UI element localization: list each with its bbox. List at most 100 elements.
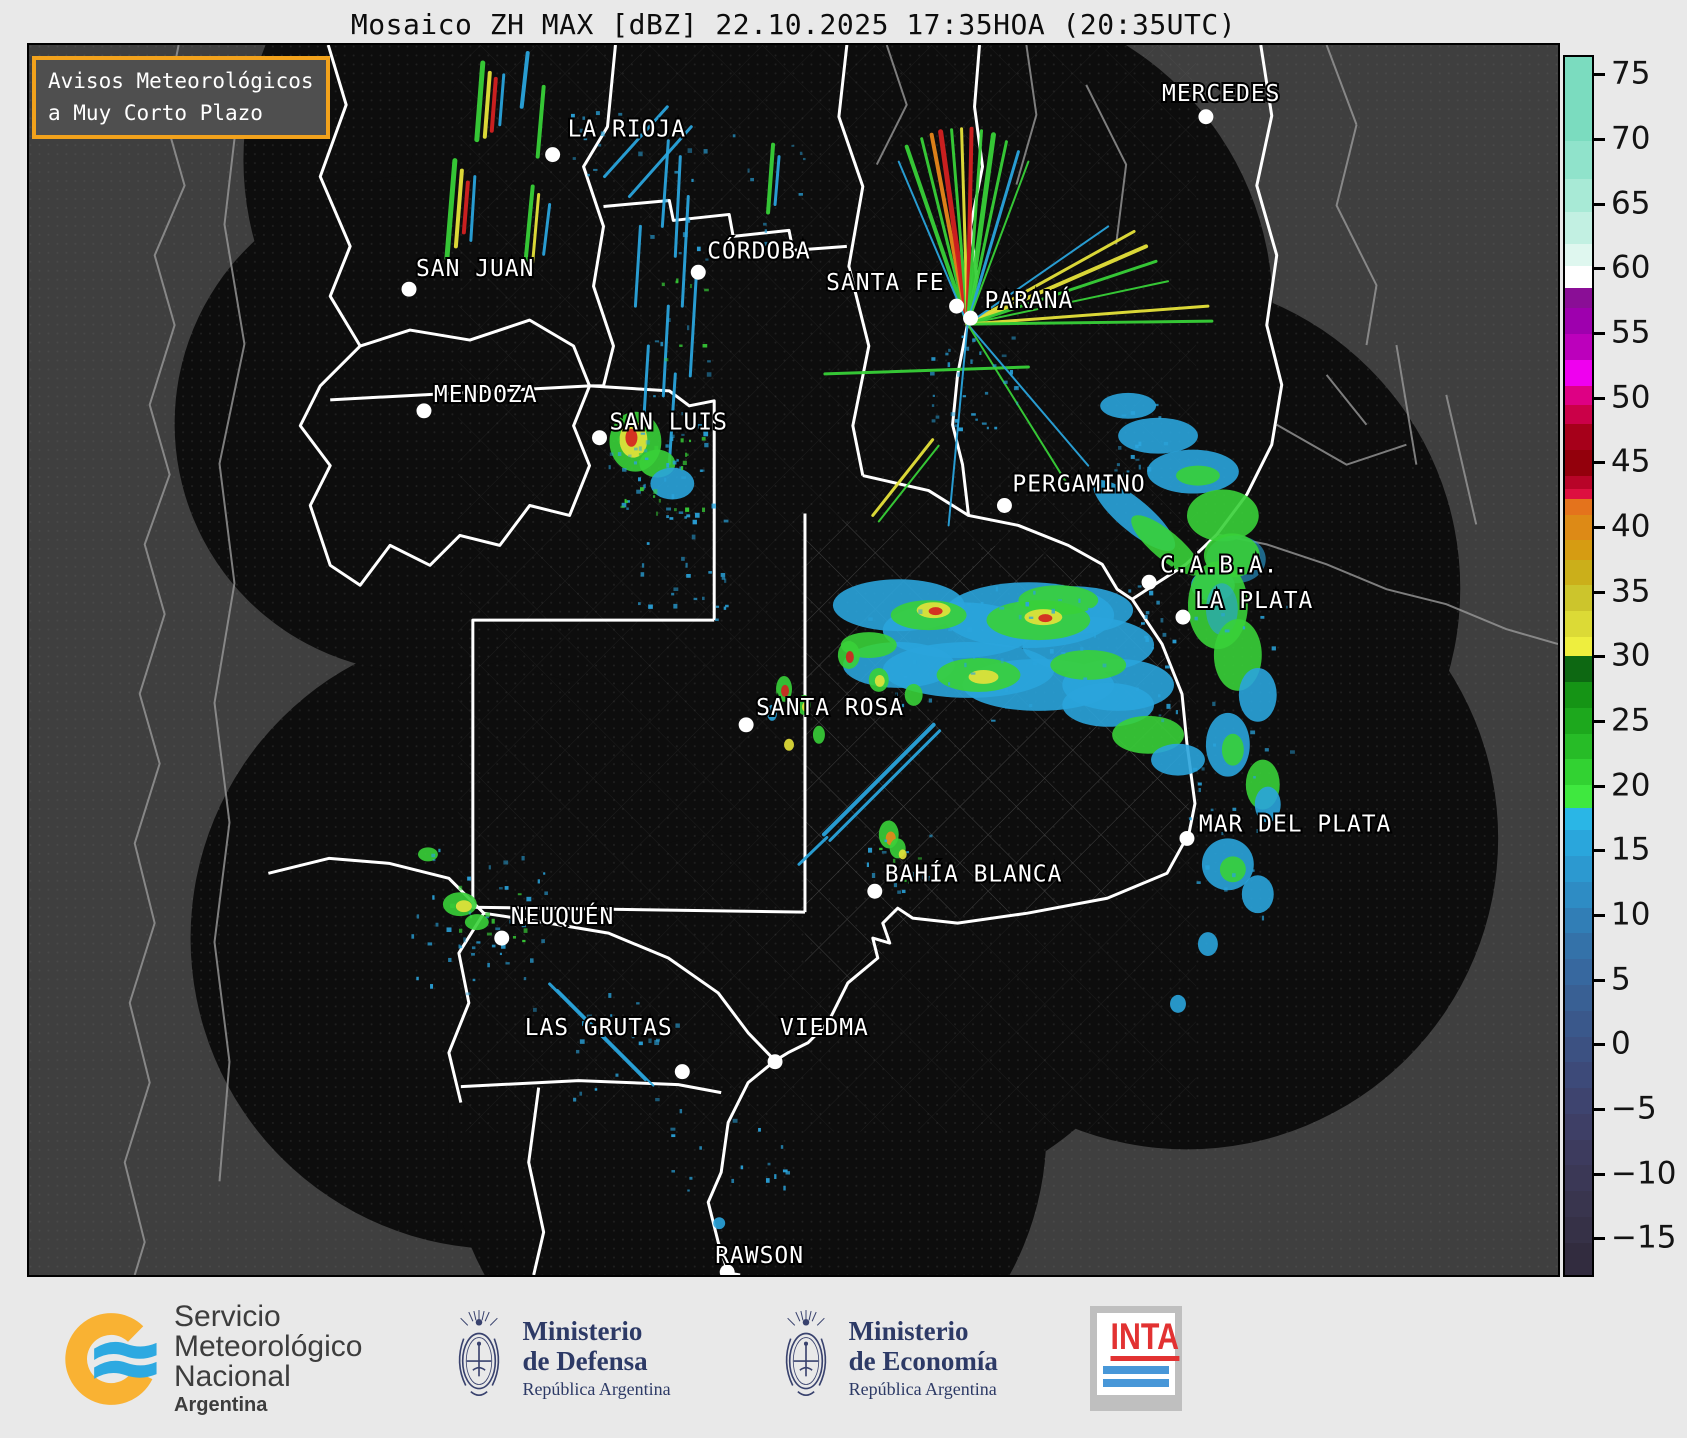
city-dot xyxy=(416,403,432,419)
radar-echo-speck xyxy=(1162,632,1167,637)
radar-echo-speck xyxy=(1194,616,1198,621)
radar-echo xyxy=(845,651,854,663)
radar-echo xyxy=(455,900,472,913)
colorbar-tick-mark xyxy=(1594,1043,1605,1047)
radar-echo-speck xyxy=(691,534,696,540)
radar-echo-speck xyxy=(638,151,643,157)
colorbar-segment xyxy=(1565,656,1592,683)
radar-echo-speck xyxy=(638,1041,643,1046)
colorbar-segment xyxy=(1565,707,1592,734)
radar-echo-speck xyxy=(1051,608,1056,614)
radar-echo-speck xyxy=(1029,703,1033,708)
radar-echo-speck xyxy=(648,604,653,609)
radar-echo-speck xyxy=(432,858,436,862)
radar-echo-speck xyxy=(750,177,755,182)
radar-echo-speck xyxy=(676,459,679,462)
radar-echo-speck xyxy=(666,463,670,468)
city-label: PARANÁ xyxy=(985,286,1074,314)
radar-echo-speck xyxy=(1212,701,1216,707)
radar-echo-speck xyxy=(702,507,706,512)
colorbar-segment xyxy=(1565,1062,1592,1089)
colorbar-segment xyxy=(1565,424,1592,451)
radar-echo-speck xyxy=(463,937,466,943)
radar-echo-speck xyxy=(654,340,660,343)
colorbar-segment xyxy=(1565,559,1592,586)
radar-echo-speck xyxy=(694,512,700,518)
radar-echo-speck xyxy=(640,487,644,492)
radar-echo-speck xyxy=(1161,718,1165,723)
radar-echo-speck xyxy=(720,572,726,577)
radar-echo-speck xyxy=(724,578,727,583)
radar-echo-speck xyxy=(1147,466,1152,472)
radar-echo-speck xyxy=(608,465,611,470)
inta-logo: INTA xyxy=(1089,1306,1182,1411)
radar-echo-speck xyxy=(995,586,998,592)
radar-echo-speck xyxy=(1138,441,1142,447)
radar-echo-speck xyxy=(782,1169,788,1173)
radar-echo-speck xyxy=(881,850,887,854)
radar-echo xyxy=(1100,392,1157,419)
colorbar-tick-mark xyxy=(1594,1237,1605,1241)
radar-echo-speck xyxy=(499,952,502,956)
radar-echo-speck xyxy=(595,111,600,116)
colorbar-segment xyxy=(1565,808,1592,831)
radar-echo-speck xyxy=(1137,585,1142,588)
radar-echo-speck xyxy=(532,1007,537,1012)
colorbar-segment xyxy=(1565,514,1592,541)
city-dot xyxy=(592,430,607,446)
colorbar-tick-mark xyxy=(1594,1172,1605,1176)
radar-echo xyxy=(464,914,489,931)
colorbar-segment xyxy=(1565,1217,1592,1243)
colorbar-tick-label: 65 xyxy=(1611,184,1651,221)
radar-echo-speck xyxy=(1020,639,1025,644)
radar-echo-speck xyxy=(1025,601,1030,607)
radar-echo-speck xyxy=(871,873,876,878)
radar-echo-speck xyxy=(671,494,675,500)
city-dot xyxy=(494,930,510,946)
colorbar-tick-label: −5 xyxy=(1611,1090,1657,1127)
radar-echo-speck xyxy=(1271,646,1276,651)
inta-wordmark: INTA xyxy=(1110,1318,1179,1361)
economia-line-2: de Economía xyxy=(848,1345,998,1376)
city-dot xyxy=(1179,830,1195,846)
radar-echo-speck xyxy=(732,134,736,138)
radar-echo-speck xyxy=(638,452,643,456)
radar-echo-speck xyxy=(655,1097,660,1102)
radar-echo-speck xyxy=(671,1170,676,1173)
radar-echo-speck xyxy=(653,489,658,495)
colorbar-tick-mark xyxy=(1594,784,1605,788)
radar-echo-speck xyxy=(1253,776,1256,779)
radar-echo-speck xyxy=(780,1145,784,1149)
radar-echo-speck xyxy=(957,372,960,377)
warning-notice[interactable]: Avisos Meteorológicos a Muy Corto Plazo xyxy=(32,56,330,139)
radar-echo-speck xyxy=(1094,633,1097,638)
colorbar-segment xyxy=(1565,959,1592,985)
coat-of-arms-icon xyxy=(459,1309,500,1396)
city-label: C.A.B.A. xyxy=(1160,552,1278,578)
radar-echo-speck xyxy=(970,672,976,675)
radar-echo-speck xyxy=(671,592,675,596)
radar-echo-speck xyxy=(675,1023,680,1028)
radar-echo-speck xyxy=(723,606,727,610)
radar-echo-speck xyxy=(1160,618,1164,623)
radar-echo xyxy=(1197,932,1218,957)
colorbar-segment xyxy=(1565,985,1592,1011)
defensa-line-2: de Defensa xyxy=(522,1345,648,1376)
radar-map-canvas: LA RIOJA MERCEDES SAN JUAN CÓRDOBA SANTA FE P… xyxy=(29,45,1558,1275)
radar-echo-speck xyxy=(427,942,433,946)
radar-echo-speck xyxy=(999,606,1005,610)
city-label: RAWSON xyxy=(715,1243,804,1269)
radar-echo-speck xyxy=(693,597,698,601)
radar-echo-speck xyxy=(973,656,976,659)
colorbar-tick-mark xyxy=(1594,525,1605,529)
radar-echo-speck xyxy=(1224,887,1228,892)
radar-echo-speck xyxy=(573,1097,577,1102)
warning-line-1: Avisos Meteorológicos xyxy=(48,69,314,93)
radar-echo-speck xyxy=(471,952,475,956)
colorbar-tick-label: 35 xyxy=(1611,572,1651,609)
colorbar-segment xyxy=(1565,475,1592,489)
radar-echo-speck xyxy=(970,359,973,364)
radar-echo-speck xyxy=(472,978,476,982)
radar-echo xyxy=(1186,489,1259,542)
radar-echo-speck xyxy=(664,477,667,482)
